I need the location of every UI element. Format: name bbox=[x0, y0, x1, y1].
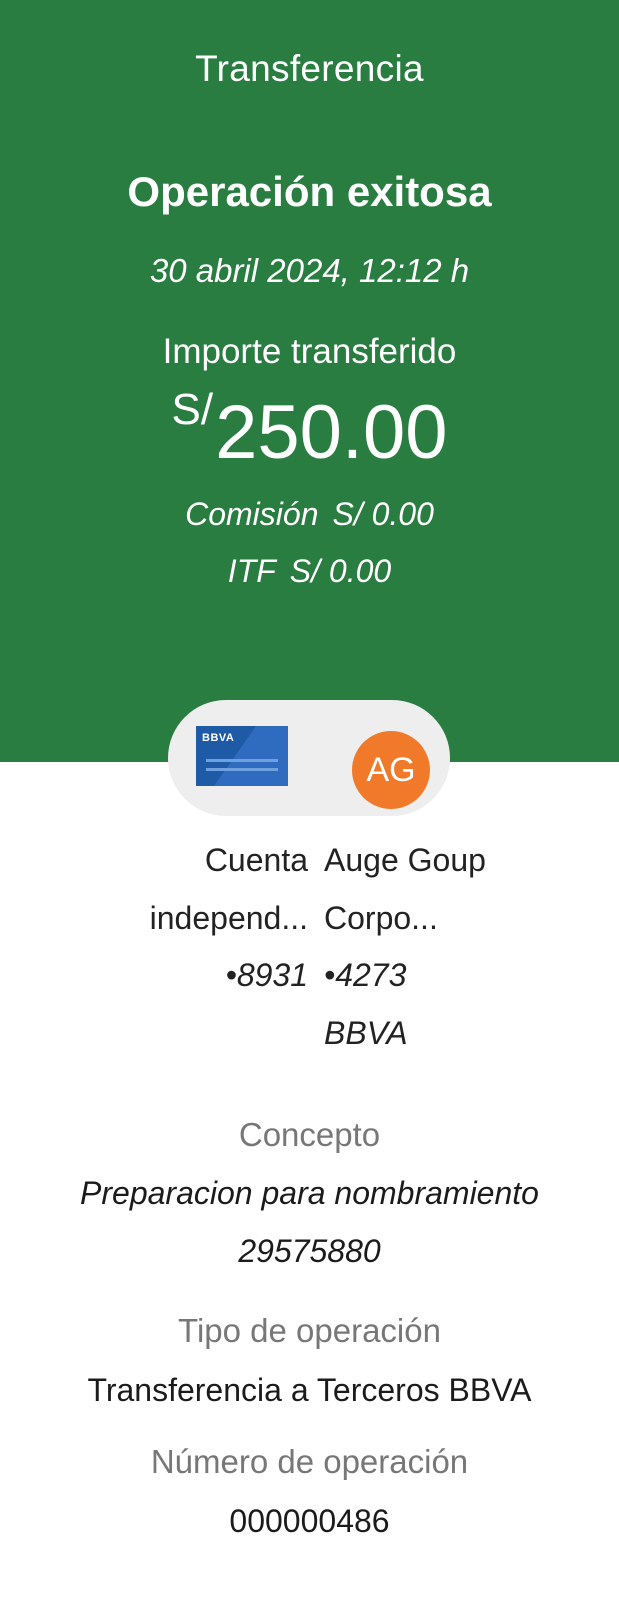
destination-account-name-line1: Auge Goup bbox=[324, 842, 486, 878]
source-account-name-line2: independ... bbox=[149, 900, 308, 936]
destination-bank: BBVA bbox=[324, 1015, 408, 1051]
itf-row: ITF S/ 0.00 bbox=[0, 553, 619, 590]
transfer-receipt-screen: Transferencia Operación exitosa 30 abril… bbox=[0, 0, 619, 1600]
concept-value-line2: 29575880 bbox=[238, 1233, 381, 1269]
bank-logo-text: BBVA bbox=[202, 732, 235, 744]
operation-datetime: 30 abril 2024, 12:12 h bbox=[149, 252, 470, 289]
operation-type-label: Tipo de operación bbox=[178, 1312, 441, 1349]
transfer-parties-pill: BBVA AG bbox=[168, 700, 450, 816]
bbva-card-icon: BBVA bbox=[196, 726, 288, 786]
source-account-number: •8931 bbox=[225, 957, 308, 993]
operation-type-value: Transferencia a Terceros BBVA bbox=[87, 1372, 532, 1408]
currency-symbol: S/ bbox=[171, 385, 214, 434]
operation-number-value: 000000486 bbox=[229, 1503, 390, 1539]
destination-account-number: •4273 bbox=[324, 957, 407, 993]
itf-label: ITF bbox=[227, 553, 276, 589]
transferred-amount: S/250.00 bbox=[0, 385, 619, 476]
commission-value: S/ 0.00 bbox=[332, 496, 434, 532]
concept-value-line1: Preparacion para nombramiento bbox=[80, 1175, 539, 1211]
commission-label: Comisión bbox=[185, 496, 319, 532]
operation-number-label: Número de operación bbox=[150, 1443, 469, 1480]
concept-label: Concepto bbox=[238, 1116, 381, 1153]
operation-status: Operación exitosa bbox=[127, 168, 492, 215]
amount-label: Importe transferido bbox=[162, 332, 457, 371]
commission-row: Comisión S/ 0.00 bbox=[0, 496, 619, 533]
destination-account-name-line2: Corpo... bbox=[324, 900, 438, 936]
itf-value: S/ 0.00 bbox=[289, 553, 392, 589]
recipient-avatar: AG bbox=[352, 731, 430, 809]
amount-value: 250.00 bbox=[215, 390, 448, 475]
source-account-name-line1: Cuenta bbox=[204, 842, 308, 878]
success-header: Transferencia Operación exitosa 30 abril… bbox=[0, 0, 619, 762]
page-title: Transferencia bbox=[195, 48, 424, 89]
